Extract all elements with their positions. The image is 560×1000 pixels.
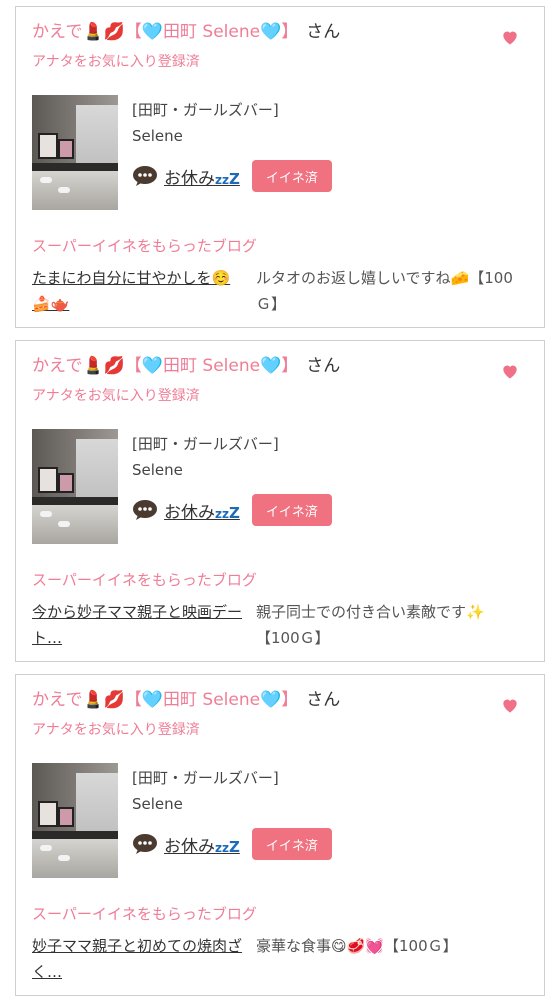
status-row: お休みzzZ イイネ済 [132, 159, 332, 193]
zzz-mark-2: z [221, 506, 229, 521]
like-card: かえで💄💋【🩵田町 Selene🩵】 さん アナタをお気に入り登録済 [田町・ガー… [15, 6, 545, 328]
like-button[interactable]: イイネ済 [251, 160, 332, 192]
user-tag[interactable]: 【🩵田町 Selene🩵】 [125, 356, 298, 376]
blog-comment: ルタオのお返し嬉しいですね🧀【100Ｇ】 [256, 269, 513, 313]
cast-photo[interactable] [32, 95, 118, 210]
blog-link[interactable]: たまにわ自分に甘やかしを☺️🍰🫖 [32, 265, 244, 317]
honorific: さん [306, 22, 341, 42]
cast-name: Selene [132, 795, 183, 813]
speech-bubble-icon [133, 166, 157, 186]
user-tag[interactable]: 【🩵田町 Selene🩵】 [125, 22, 298, 42]
user-line[interactable]: かえで💄💋【🩵田町 Selene🩵】 さん [32, 689, 340, 711]
heart-icon[interactable] [500, 27, 520, 47]
shop-name: [田町・ガールズバー] [132, 769, 279, 787]
zzz-mark-1: z [215, 172, 222, 187]
zzz-mark-3: Z [228, 503, 240, 522]
super-like-label: スーパーイイネをもらったブログ [32, 571, 257, 589]
favorite-status: アナタをお気に入り登録済 [32, 388, 200, 404]
status-link[interactable]: お休みzzZ [164, 164, 240, 189]
user-line[interactable]: かえで💄💋【🩵田町 Selene🩵】 さん [32, 355, 340, 377]
cast-photo[interactable] [32, 763, 118, 878]
zzz-mark-3: Z [228, 837, 240, 856]
like-card: かえで💄💋【🩵田町 Selene🩵】 さん アナタをお気に入り登録済 [田町・ガー… [15, 674, 545, 996]
heart-icon[interactable] [500, 695, 520, 715]
zzz-mark-2: z [221, 840, 229, 855]
super-like-label: スーパーイイネをもらったブログ [32, 905, 257, 923]
user-name[interactable]: かえで💄💋 [32, 22, 125, 42]
user-name[interactable]: かえで💄💋 [32, 690, 125, 710]
blog-comment: 豪華な食事😋🥩💓【100Ｇ】 [256, 937, 458, 955]
heart-icon[interactable] [500, 361, 520, 381]
status-text: お休み [164, 168, 215, 189]
cast-photo[interactable] [32, 429, 118, 544]
cast-name: Selene [132, 127, 183, 145]
status-link[interactable]: お休みzzZ [164, 832, 240, 857]
honorific: さん [306, 690, 341, 710]
user-line[interactable]: かえで💄💋【🩵田町 Selene🩵】 さん [32, 21, 340, 43]
like-card: かえで💄💋【🩵田町 Selene🩵】 さん アナタをお気に入り登録済 [田町・ガー… [15, 340, 545, 662]
cast-name: Selene [132, 461, 183, 479]
super-like-label: スーパーイイネをもらったブログ [32, 237, 257, 255]
shop-name: [田町・ガールズバー] [132, 435, 279, 453]
zzz-mark-3: Z [228, 169, 240, 188]
favorite-status: アナタをお気に入り登録済 [32, 54, 200, 70]
status-text: お休み [164, 502, 215, 523]
honorific: さん [306, 356, 341, 376]
speech-bubble-icon [133, 500, 157, 520]
zzz-mark-1: z [215, 506, 222, 521]
blog-link[interactable]: 今から妙子ママ親子と映画デート… [32, 599, 244, 651]
speech-bubble-icon [133, 834, 157, 854]
user-tag[interactable]: 【🩵田町 Selene🩵】 [125, 690, 298, 710]
status-row: お休みzzZ イイネ済 [132, 493, 332, 527]
zzz-mark-2: z [221, 172, 229, 187]
favorite-status: アナタをお気に入り登録済 [32, 722, 200, 738]
like-button[interactable]: イイネ済 [251, 494, 332, 526]
status-link[interactable]: お休みzzZ [164, 498, 240, 523]
blog-link[interactable]: 妙子ママ親子と初めての焼肉ざく… [32, 933, 244, 985]
zzz-mark-1: z [215, 840, 222, 855]
user-name[interactable]: かえで💄💋 [32, 356, 125, 376]
shop-name: [田町・ガールズバー] [132, 101, 279, 119]
blog-comment: 親子同士での付き合い素敵です✨【100Ｇ】 [256, 603, 485, 647]
status-text: お休み [164, 836, 215, 857]
status-row: お休みzzZ イイネ済 [132, 827, 332, 861]
like-button[interactable]: イイネ済 [251, 828, 332, 860]
